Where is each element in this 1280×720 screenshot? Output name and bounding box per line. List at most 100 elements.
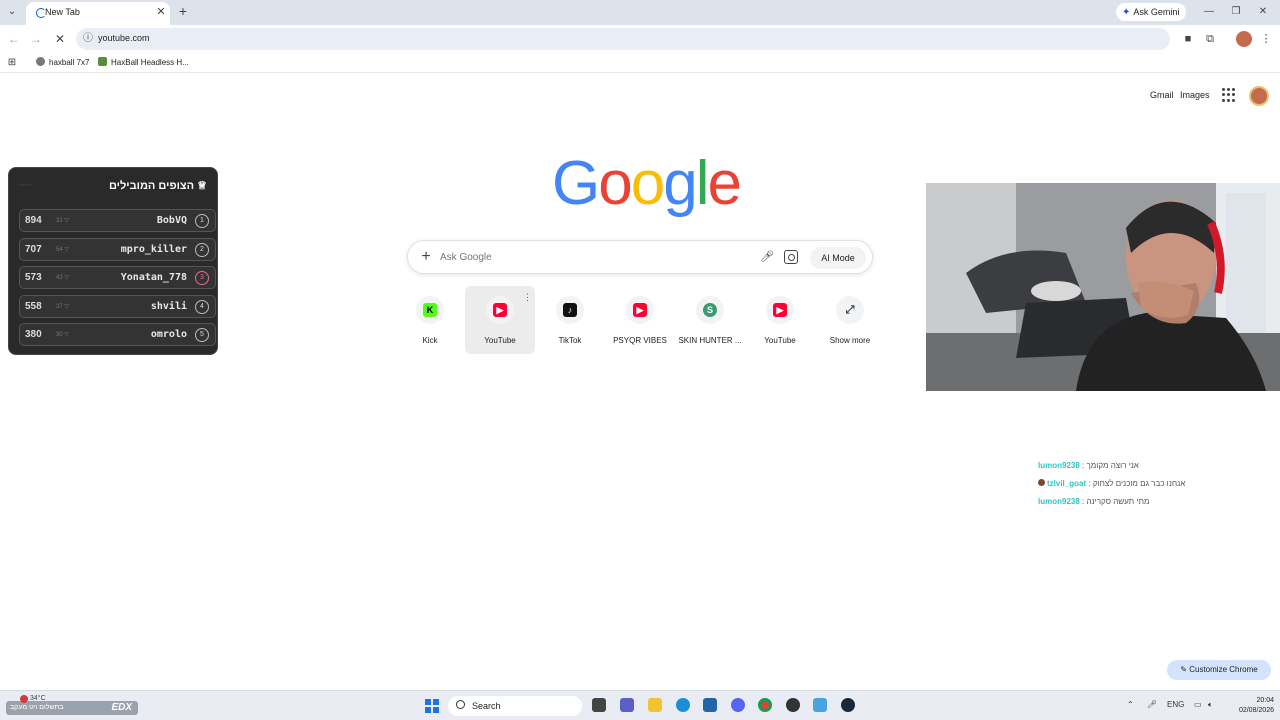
shortcut-icon-circle: ▶ (626, 296, 654, 324)
address-bar[interactable]: ⓘ youtube.com (76, 28, 1170, 50)
customize-chrome-button[interactable]: ✎ Customize Chrome (1167, 660, 1271, 680)
apps-grid-icon[interactable]: ⊞ (6, 57, 18, 69)
viewer-name: omrolo (150, 329, 187, 340)
store-icon[interactable] (703, 698, 717, 712)
google-search-box[interactable]: + Ask Google 🎤︎ AI Mode (407, 240, 873, 274)
youtube-icon: ▶ (633, 303, 647, 317)
file-explorer-icon[interactable] (648, 698, 662, 712)
taskbar-search[interactable]: Search (448, 696, 582, 716)
chat-username: tzlvil_goat (1047, 479, 1087, 488)
logo-letter: l (695, 149, 710, 218)
clock-time: 20:04 (1256, 697, 1274, 704)
chrome-icon[interactable] (758, 698, 772, 712)
shortcut-show-more[interactable]: ⤢ Show more (815, 286, 885, 354)
shortcut-label: PSYQR VIBES (613, 336, 667, 345)
shortcut-icon-circle: ⤢ (836, 296, 864, 324)
google-lens-icon[interactable] (784, 250, 798, 264)
search-icon (456, 700, 465, 709)
language-indicator[interactable]: ENG (1167, 700, 1184, 709)
tab-close-icon[interactable]: ✕ (154, 5, 168, 19)
tab-strip: ⌄ New Tab ✕ + ✦ Ask Gemini — ❐ ✕ (0, 0, 1280, 25)
viewer-score: 558 (25, 301, 42, 312)
chat-username: lumon9238 (1038, 461, 1080, 470)
chat-message: lumon9238 : מתי תעשה סקרינה (1038, 497, 1149, 506)
close-window-icon[interactable]: ✕ (1254, 4, 1272, 20)
logo-letter: G (552, 149, 600, 218)
minimize-icon[interactable]: — (1200, 4, 1218, 20)
stop-loading-icon[interactable]: ✕ (52, 31, 68, 47)
logo-letter: e (707, 149, 742, 218)
viewer-sub-score: 43 ▽ (56, 275, 69, 281)
search-input-placeholder[interactable]: Ask Google (440, 252, 492, 263)
site-info-icon[interactable]: ⓘ (82, 33, 94, 45)
extension-icon[interactable]: ■ (1180, 31, 1196, 47)
add-attachment-plus-icon[interactable]: + (418, 249, 434, 265)
discord-icon[interactable] (731, 698, 745, 712)
news-ticker-widget[interactable]: בתשלום ויט מעקב EDX (6, 701, 138, 715)
microphone-tray-icon[interactable]: 🎤︎ (1147, 700, 1157, 709)
clock-date: 02/08/2026 (1238, 707, 1274, 714)
bookmarks-bar: ⊞ haxball 7x7 HaxBall Headless H... (0, 53, 1280, 73)
bookmark-label: haxball 7x7 (49, 58, 90, 67)
s-icon: S (703, 303, 717, 317)
google-account-avatar[interactable] (1249, 86, 1269, 106)
microphone-icon[interactable]: 🎤︎ (760, 250, 774, 264)
ask-gemini-button[interactable]: ✦ Ask Gemini (1116, 3, 1186, 21)
leaderboard-row: 894 32 ▽ BobVQ 1 (19, 209, 216, 232)
viewer-name: Yonatan_778 (120, 272, 187, 283)
ai-mode-button[interactable]: AI Mode (810, 247, 866, 269)
screen: ⌄ New Tab ✕ + ✦ Ask Gemini — ❐ ✕ ← → ✕ ⓘ … (0, 0, 1280, 720)
shortcut-youtube-2[interactable]: ▶ YouTube (745, 286, 815, 354)
taskbar-clock[interactable]: 20:04 02/08/2026 (1228, 696, 1274, 716)
tray-chevron-icon[interactable]: ⌃ (1127, 700, 1134, 709)
shortcut-tiktok[interactable]: ♪ TikTok (535, 286, 605, 354)
shortcut-psyqr-vibes[interactable]: ▶ PSYQR VIBES (605, 286, 675, 354)
shortcut-kick[interactable]: K Kick (395, 286, 465, 354)
viewer-name: BobVQ (156, 215, 187, 226)
bookmark-item[interactable]: HaxBall Headless H... (98, 56, 189, 70)
restore-icon[interactable]: ❐ (1227, 4, 1245, 20)
expand-icon: ⤢ (845, 304, 855, 316)
shortcut-skin-hunter[interactable]: S SKIN HUNTER ... (675, 286, 745, 354)
logo-letter: o (598, 149, 633, 218)
teams-icon[interactable] (620, 698, 634, 712)
gmail-link[interactable]: Gmail (1150, 90, 1174, 100)
weather-temp[interactable]: 34°C (30, 695, 46, 702)
shortcut-youtube[interactable]: ▶ ⋮ YouTube (465, 286, 535, 354)
youtube-icon: ▶ (773, 303, 787, 317)
back-arrow-icon[interactable]: ← (6, 31, 22, 47)
bookmark-label: HaxBall Headless H... (111, 58, 189, 67)
kebab-menu-icon[interactable]: ⋮ (1258, 31, 1274, 47)
profile-avatar[interactable] (1236, 31, 1252, 47)
globe-icon (36, 57, 45, 66)
new-tab-plus-icon[interactable]: + (176, 3, 190, 19)
shortcut-label: YouTube (484, 336, 516, 345)
tab-new-tab[interactable]: New Tab ✕ (26, 2, 170, 25)
images-link[interactable]: Images (1180, 90, 1210, 100)
viewer-sub-score: 32 ▽ (56, 218, 69, 224)
steam-icon[interactable] (841, 698, 855, 712)
leaderboard-title-text: הצופים המובילים (108, 180, 195, 192)
app-icon[interactable] (813, 698, 827, 712)
google-apps-icon[interactable] (1222, 88, 1236, 102)
tab-search-chevron-icon[interactable]: ⌄ (4, 4, 20, 20)
shortcut-more-options-icon[interactable]: ⋮ (523, 292, 532, 303)
forward-arrow-icon[interactable]: → (28, 31, 44, 47)
shortcut-icon-circle: ▶ (766, 296, 794, 324)
chat-text: : אנחנו כבר גם מוכנים לצחוק (1088, 479, 1186, 488)
windows-start-icon[interactable] (425, 699, 439, 713)
bookmark-item[interactable]: haxball 7x7 (36, 56, 89, 70)
ticker-brand: EDX (111, 702, 132, 713)
puzzle-extensions-icon[interactable]: ⧉ (1202, 31, 1218, 47)
shortcuts-grid: K Kick ▶ ⋮ YouTube ♪ TikTok ▶ PSYQR VIBE… (395, 286, 885, 356)
edge-icon[interactable] (676, 698, 690, 712)
network-icon[interactable]: ▭ (1194, 700, 1202, 709)
task-view-icon[interactable] (592, 698, 606, 712)
chat-username: lumon9238 (1038, 497, 1080, 506)
obs-icon[interactable] (786, 698, 800, 712)
volume-icon[interactable]: 🔈︎ (1208, 700, 1213, 710)
gemini-spark-icon: ✦ (1122, 7, 1131, 18)
viewer-sub-score: 37 ▽ (56, 304, 69, 310)
haxball-favicon-icon (98, 57, 107, 66)
viewer-score: 707 (25, 244, 42, 255)
